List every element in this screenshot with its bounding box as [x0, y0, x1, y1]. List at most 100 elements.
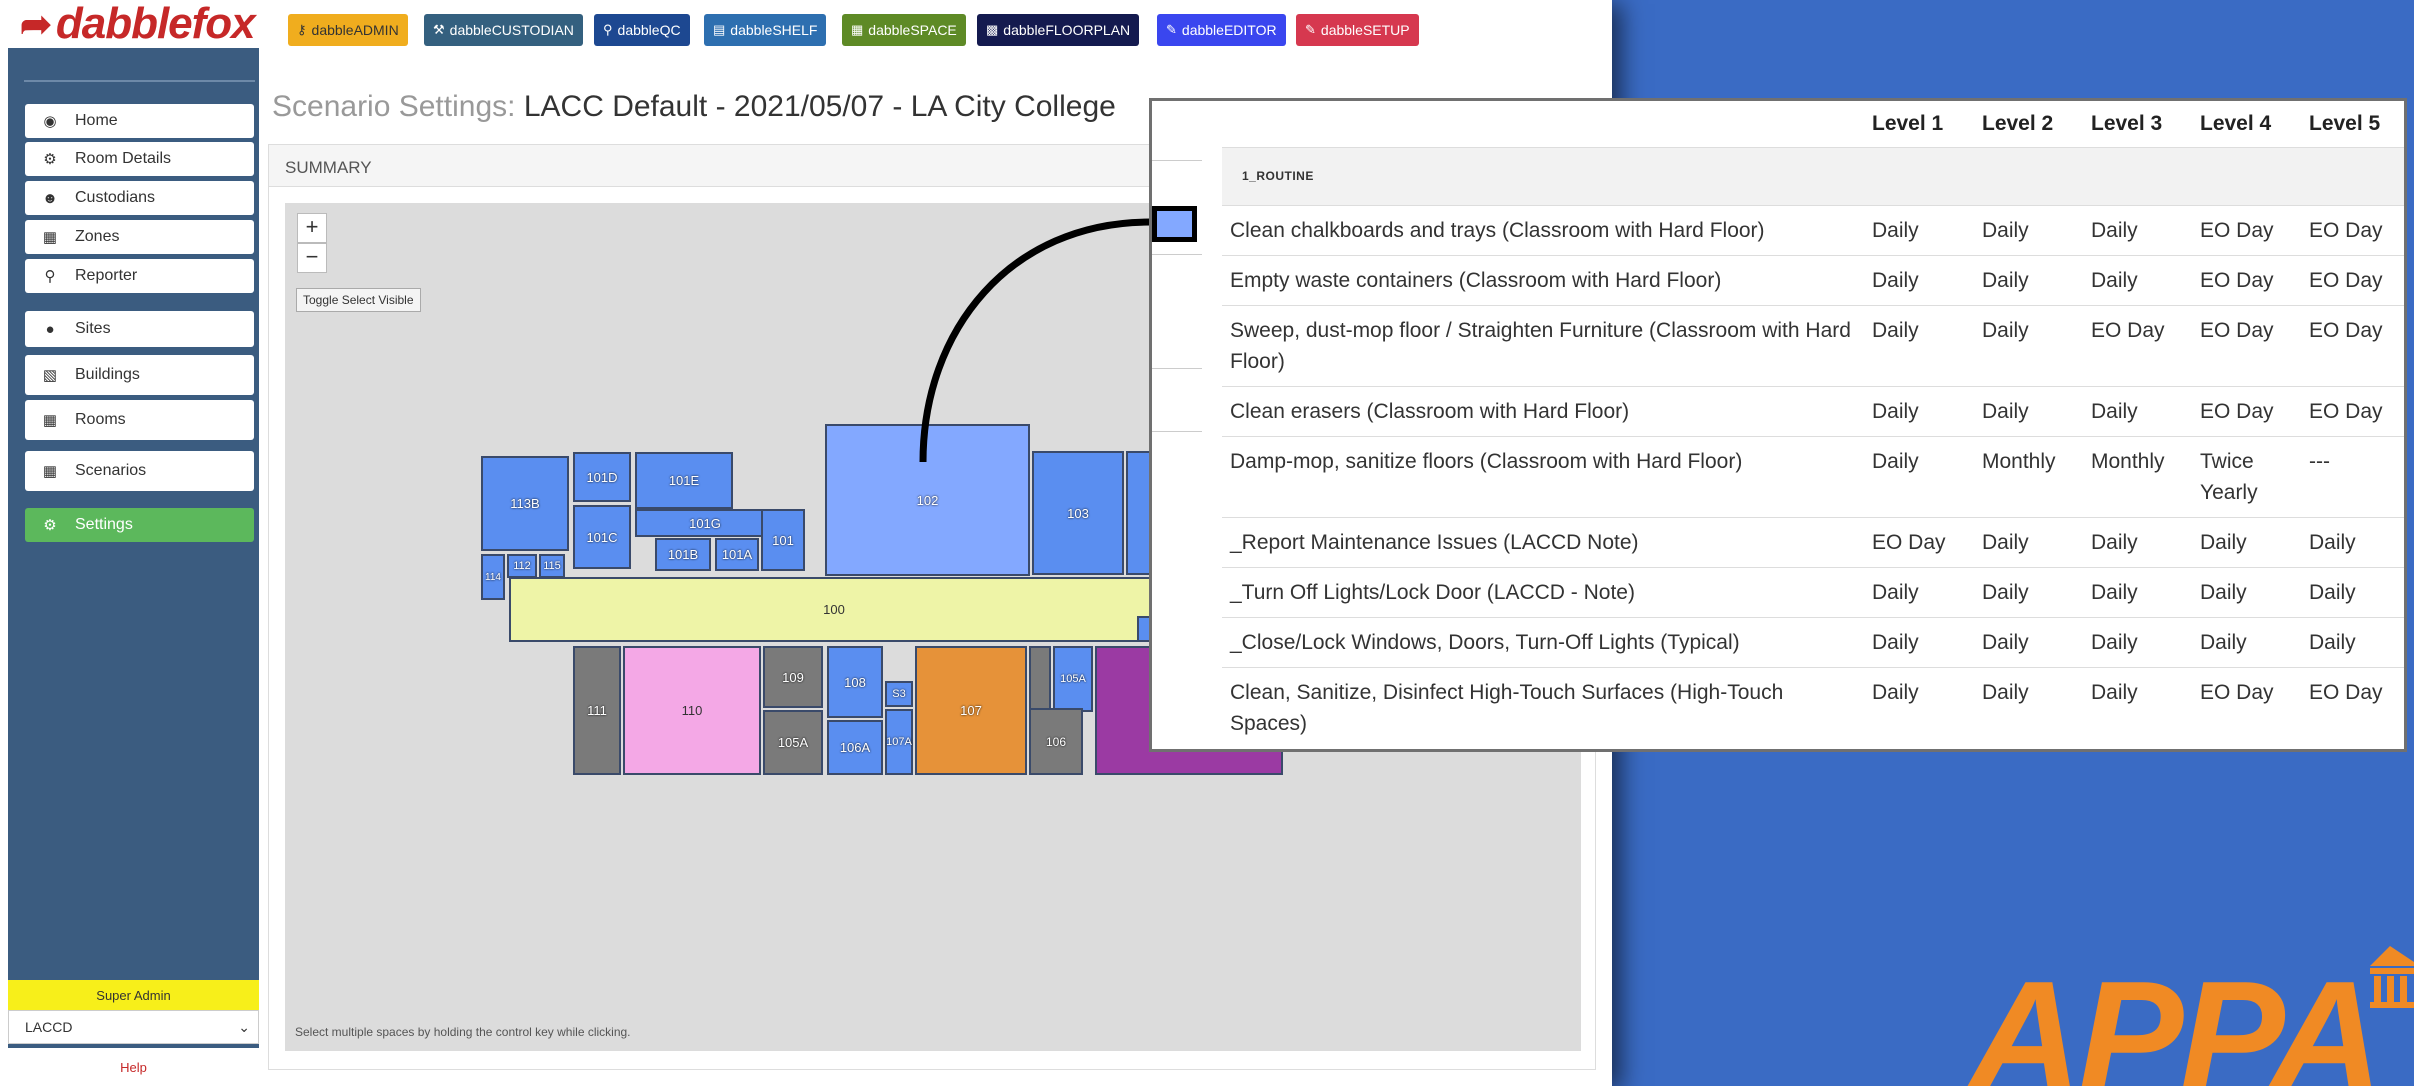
frequency-cell-level-5: Daily [2299, 616, 2404, 667]
frequency-cell-level-3: Monthly [2081, 435, 2190, 517]
room-113b[interactable]: 113B [481, 456, 569, 551]
sidebar-item-custodians[interactable]: ☻ Custodians [25, 181, 254, 215]
column-header-level-2: Level 2 [1982, 111, 2054, 135]
page-title-prefix: Scenario Settings: [272, 90, 516, 123]
tool-dabble-custodian[interactable]: ⚒ dabbleCUSTODIAN [424, 14, 583, 46]
tool-dabble-admin[interactable]: ⚷ dabbleADMIN [288, 14, 408, 46]
overlay-left-column [1152, 101, 1224, 749]
room-111[interactable]: 111 [573, 646, 621, 775]
room-101d[interactable]: 101D [573, 452, 631, 502]
table-row[interactable]: _Turn Off Lights/Lock Door (LACCD - Note… [1222, 566, 2404, 617]
role-badge: Super Admin [8, 980, 259, 1010]
task-column-header [1222, 101, 1862, 147]
room-106a[interactable]: 106A [827, 720, 883, 775]
zoom-in-button[interactable]: + [297, 213, 327, 243]
table-header-row: Level 1 Level 2 Level 3 Level 4 Level 5 [1222, 101, 2404, 147]
grid-icon: ▦ [42, 412, 58, 429]
task-name: Clean erasers (Classroom with Hard Floor… [1222, 385, 1862, 436]
task-name: Empty waste containers (Classroom with H… [1222, 254, 1862, 305]
help-link[interactable]: Help [8, 1048, 259, 1086]
sidebar-item-room-details[interactable]: ⚙ Room Details [25, 142, 254, 176]
tool-label: dabbleSETUP [1320, 22, 1410, 38]
frequency-cell-level-5: Daily [2299, 566, 2404, 617]
category-row: 1_ROUTINE [1222, 146, 2404, 205]
sidebar-item-zones[interactable]: ▦ Zones [25, 220, 254, 254]
sidebar-item-label: Reporter [75, 267, 138, 284]
frequency-cell-level-3: Daily [2081, 254, 2190, 305]
sidebar: ➦ dabblefox ◉ Home ⚙ Room Details ☻ Custodi… [8, 0, 259, 1086]
room-100-corridor[interactable]: 100 [509, 577, 1159, 642]
tool-label: dabbleQC [617, 22, 681, 38]
table-row[interactable]: _Report Maintenance Issues (LACCD Note) E… [1222, 516, 2404, 567]
room-106[interactable]: 106 [1029, 708, 1083, 775]
room-101[interactable]: 101 [761, 509, 805, 571]
site-select-value: LACCD [25, 1019, 73, 1035]
frequency-cell-level-3: Daily [2081, 666, 2190, 748]
sidebar-item-scenarios[interactable]: ▦ Scenarios [25, 451, 254, 491]
tool-label: dabbleSPACE [868, 22, 957, 38]
toggle-select-visible-button[interactable]: Toggle Select Visible [296, 288, 421, 312]
shelf-icon: ▤ [713, 22, 726, 37]
column-header-level-3: Level 3 [2091, 111, 2163, 135]
map-icon: ▦ [42, 229, 58, 246]
room-105a-north[interactable]: 105A [1053, 646, 1093, 712]
sidebar-item-label: Scenarios [75, 462, 147, 479]
table-row[interactable]: Sweep, dust-mop floor / Straighten Furni… [1222, 304, 2404, 386]
sidebar-item-buildings[interactable]: ▧ Buildings [25, 355, 254, 395]
task-table-body: 1_ROUTINE Clean chalkboards and trays (C… [1222, 146, 2404, 748]
task-frequency-overlay: Level 1 Level 2 Level 3 Level 4 Level 5 … [1149, 98, 2407, 752]
frequency-cell-level-5: --- [2299, 435, 2404, 517]
table-row[interactable]: Empty waste containers (Classroom with H… [1222, 254, 2404, 305]
search-icon: ⚲ [603, 22, 613, 37]
tool-dabble-floorplan[interactable]: ▩ dabbleFLOORPLAN [977, 14, 1140, 46]
frequency-cell-level-2: Daily [1972, 385, 2081, 436]
tool-dabble-shelf[interactable]: ▤ dabbleSHELF [704, 14, 827, 46]
room-101b[interactable]: 101B [655, 538, 711, 571]
room-114[interactable]: 114 [481, 554, 505, 600]
sidebar-item-label: Custodians [75, 189, 156, 206]
room-107a[interactable]: 107A [885, 709, 913, 775]
site-select[interactable]: LACCD ⌄ [8, 1010, 259, 1044]
frequency-cell-level-4: Daily [2190, 566, 2299, 617]
tool-label: dabbleSHELF [730, 22, 818, 38]
tool-dabble-space[interactable]: ▦ dabbleSPACE [842, 14, 966, 46]
task-name: Damp-mop, sanitize floors (Classroom wit… [1222, 435, 1862, 517]
sidebar-item-sites[interactable]: ● Sites [25, 311, 254, 347]
room-112[interactable]: 112 [507, 554, 537, 578]
map-hint: Select multiple spaces by holding the co… [295, 1025, 631, 1039]
frequency-cell-level-1: Daily [1862, 385, 1972, 436]
sidebar-item-label: Sites [75, 320, 111, 337]
table-row[interactable]: Clean chalkboards and trays (Classroom w… [1222, 204, 2404, 255]
sidebar-item-home[interactable]: ◉ Home [25, 104, 254, 138]
room-101g[interactable]: 101G [635, 509, 775, 537]
tool-dabble-editor[interactable]: ✎ dabbleEDITOR [1157, 14, 1286, 46]
brand-logo[interactable]: ➦ dabblefox [8, 0, 259, 48]
key-icon: ⚷ [297, 22, 307, 37]
table-row[interactable]: Clean erasers (Classroom with Hard Floor… [1222, 385, 2404, 436]
table-row[interactable]: Clean, Sanitize, Disinfect High-Touch Su… [1222, 666, 2404, 748]
sidebar-item-reporter[interactable]: ⚲ Reporter [25, 259, 254, 293]
brand-name: dabblefox [55, 0, 256, 48]
search-icon: ⚲ [44, 268, 56, 285]
room-101a[interactable]: 101A [715, 538, 759, 571]
room-101c[interactable]: 101C [573, 505, 631, 569]
sidebar-item-rooms[interactable]: ▦ Rooms [25, 400, 254, 440]
table-row[interactable]: _Close/Lock Windows, Doors, Turn-Off Lig… [1222, 616, 2404, 667]
room-115[interactable]: 115 [539, 554, 565, 578]
room-108[interactable]: 108 [827, 646, 883, 718]
room-105a[interactable]: 105A [763, 710, 823, 775]
tool-dabble-qc[interactable]: ⚲ dabbleQC [594, 14, 690, 46]
room-107[interactable]: 107 [915, 646, 1027, 775]
sidebar-item-settings[interactable]: ⚙ Settings [25, 508, 254, 542]
edit-icon: ✎ [1305, 22, 1316, 37]
frequency-cell-level-5: EO Day [2299, 204, 2404, 255]
room-110[interactable]: 110 [623, 646, 761, 775]
table-row[interactable]: Damp-mop, sanitize floors (Classroom wit… [1222, 435, 2404, 517]
room-109[interactable]: 109 [763, 646, 823, 708]
room-s3[interactable]: S3 [885, 681, 913, 707]
fox-icon: ➦ [20, 3, 52, 46]
tool-label: dabbleEDITOR [1181, 22, 1277, 38]
tool-dabble-setup[interactable]: ✎ dabbleSETUP [1296, 14, 1419, 46]
room-101e[interactable]: 101E [635, 452, 733, 509]
zoom-out-button[interactable]: − [297, 243, 327, 273]
